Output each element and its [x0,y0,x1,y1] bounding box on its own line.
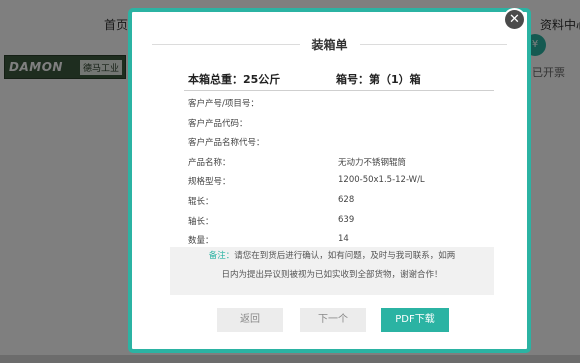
remark-text-1: 请您在到货后进行确认，如有问题，及时与我司联系，如两 [234,251,456,261]
detail-label: 轴长： [188,216,214,227]
detail-value: 628 [338,194,355,205]
summary-divider [184,90,494,91]
detail-value: 1200-50x1.5-12-W/L [338,175,425,186]
detail-label: 数量： [188,236,214,247]
detail-label: 客户产品名称代号： [188,138,265,149]
back-button[interactable]: 返回 [217,308,283,332]
detail-label: 产品名称： [188,157,231,168]
pdf-download-button[interactable]: PDF下载 [381,308,449,332]
detail-label: 客户产品代码： [188,118,248,129]
total-weight: 本箱总重：25公斤 [188,73,281,86]
summary-row: 本箱总重：25公斤 箱号：第（1）箱 [184,71,494,87]
detail-value: 14 [338,234,349,245]
detail-label: 客户产号/项目号： [188,99,259,109]
remark-line-2: 日内为提出异议则被视为已如实收到全部货物，谢谢合作！ [221,270,443,280]
detail-value: 无动力不锈钢辊筒 [338,157,407,168]
packing-list-modal: 装箱单 本箱总重：25公斤 箱号：第（1）箱 客户产号/项目号： 客户产品代码：… [128,8,531,353]
detail-label: 规格型号： [188,177,231,188]
modal-title-bar: 装箱单 [152,36,507,53]
remark-notice: 备注：请您在到货后进行确认，如有问题，及时与我司联系，如两 日内为提出异议则被视… [170,247,494,295]
remark-prefix: 备注： [208,251,235,261]
detail-label: 辊长： [188,196,214,207]
detail-value: 639 [338,214,355,225]
remark-line-1: 备注：请您在到货后进行确认，如有问题，及时与我司联系，如两 [170,247,494,266]
modal-title: 装箱单 [299,36,360,53]
box-number: 箱号：第（1）箱 [336,73,421,86]
next-button[interactable]: 下一个 [300,308,366,332]
close-icon[interactable]: ✕ [505,10,524,29]
